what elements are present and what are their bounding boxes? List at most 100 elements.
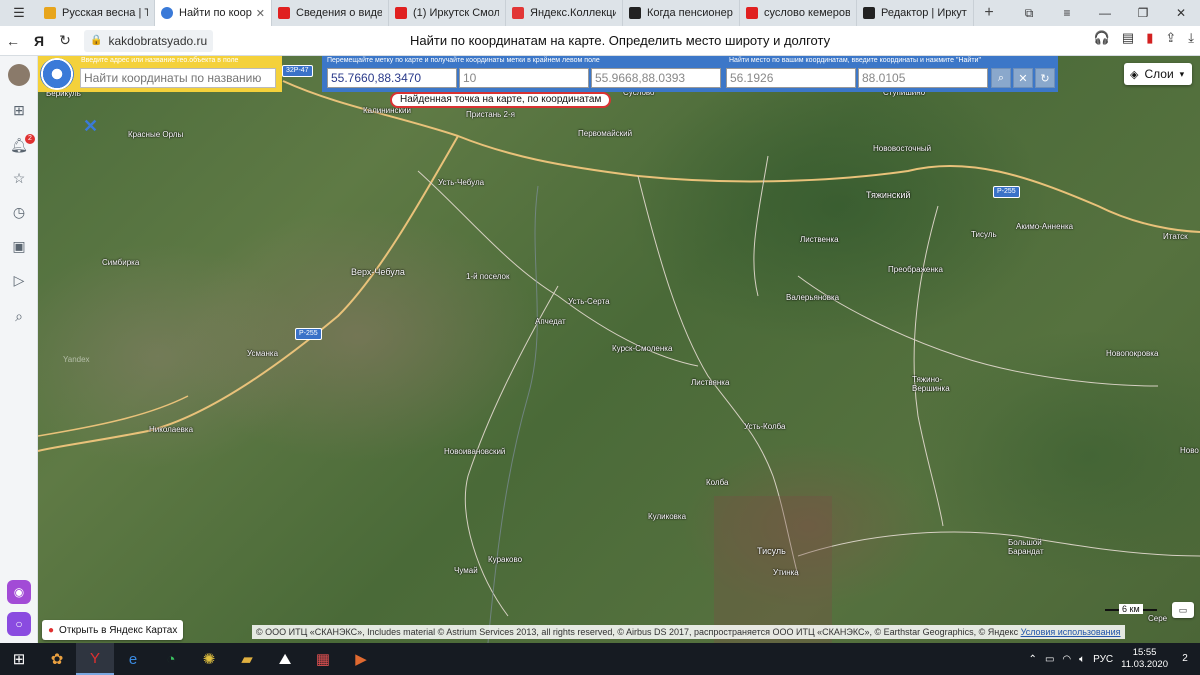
windows-start-icon[interactable]: ⊞ <box>0 643 38 675</box>
terms-link[interactable]: Условия использования <box>1021 627 1121 637</box>
file-explorer-icon[interactable]: ▰ <box>228 643 266 675</box>
ruler-icon[interactable]: ▭ <box>1172 602 1194 618</box>
tab-video-info[interactable]: Сведения о виде <box>272 0 389 26</box>
tab-label: (1) Иркутск Смол <box>413 7 499 19</box>
url-field[interactable]: 🔒 kakdobratsyado.ru <box>84 29 214 52</box>
restore-button[interactable]: ❐ <box>1124 0 1162 26</box>
scale-label: 6 км <box>1119 604 1143 614</box>
tab-label: Яндекс.Коллекци <box>530 7 616 19</box>
chevron-up-icon[interactable]: ⌃ <box>1029 654 1037 665</box>
yandex-home-icon[interactable]: Я <box>26 33 52 49</box>
place-label: Валерьяновка <box>786 293 840 302</box>
close-tab-icon[interactable]: ✕ <box>256 7 265 20</box>
place-label: Апчедат <box>535 317 566 326</box>
tab-suslovo[interactable]: сусловo кемеров <box>740 0 857 26</box>
place-label: Тяжинский <box>866 190 911 200</box>
search-image-icon[interactable]: ⌕ <box>9 306 29 326</box>
yandex-browser-icon[interactable]: Y <box>76 643 114 675</box>
road-badge: Р-255 <box>993 186 1020 198</box>
reader-icon[interactable]: ▤ <box>1122 30 1134 46</box>
volume-icon[interactable]: 🔈︎ <box>1079 654 1085 665</box>
edge-icon[interactable]: e <box>114 643 152 675</box>
tab-yandex-collections[interactable]: Яндекс.Коллекци <box>506 0 623 26</box>
photos-icon[interactable]: ⛰ <box>266 643 304 675</box>
place-label: Николаевка <box>149 425 194 434</box>
play-icon[interactable]: ▷ <box>9 270 29 290</box>
history-icon[interactable]: ◷ <box>9 202 29 222</box>
headphones-icon[interactable]: 🎧 <box>1094 30 1110 46</box>
tab-pensioner[interactable]: Когда пенсионер <box>623 0 740 26</box>
alice-icon[interactable]: ◉ <box>7 580 31 604</box>
minimize-button[interactable]: — <box>1086 0 1124 26</box>
longitude-field[interactable] <box>858 68 988 88</box>
collections-icon[interactable]: ⧉ <box>1010 0 1048 26</box>
tab-irkutsk[interactable]: (1) Иркутск Смол <box>389 0 506 26</box>
place-label: Куликовка <box>648 512 687 521</box>
language-indicator[interactable]: РУС <box>1093 654 1113 665</box>
lock-icon: 🔒 <box>90 35 103 46</box>
place-label: Итатск <box>1163 232 1188 241</box>
refresh-button[interactable]: ↻ <box>1035 68 1055 88</box>
find-by-coordinates-panel: Найти место по вашим координатам, введит… <box>724 56 1058 92</box>
satellite-map[interactable]: ✕ 32Р-47 Р-255 Р-255 Берикуль Калинински… <box>38 56 1200 643</box>
place-label: Усть-Колба <box>744 422 786 431</box>
map-center-field[interactable] <box>591 68 721 88</box>
paint-app-icon[interactable]: ✿ <box>38 643 76 675</box>
layers-button[interactable]: ◈ Слои ▾ <box>1124 63 1192 85</box>
browser-menu-button[interactable]: ☰ <box>0 0 38 26</box>
tab-russkaya-vesna[interactable]: Русская весна | Т <box>38 0 155 26</box>
network-icon[interactable]: ▭ <box>1045 654 1054 665</box>
road-badge: 32Р-47 <box>282 65 313 77</box>
youtube-icon <box>395 7 407 19</box>
place-label: Нововосточный <box>873 144 932 153</box>
new-tab-button[interactable]: + <box>974 4 1004 22</box>
place-label: Преображенка <box>888 265 943 274</box>
photo-app-icon[interactable]: ✺ <box>190 643 228 675</box>
place-label: Новоивановский <box>444 447 506 456</box>
share-icon[interactable]: ⇪ <box>1165 30 1176 46</box>
address-search-input[interactable] <box>80 68 276 88</box>
place-label: Симбирка <box>102 258 140 267</box>
alice-voice-icon[interactable]: ○ <box>7 612 31 636</box>
youtube-icon <box>278 7 290 19</box>
clock[interactable]: 15:55 11.03.2020 <box>1121 647 1168 671</box>
place-label: Усть-Серта <box>568 297 610 306</box>
close-window-button[interactable]: ✕ <box>1162 0 1200 26</box>
notification-center-icon[interactable]: 2 <box>1176 650 1194 668</box>
apps-grid-icon[interactable]: ⊞ <box>9 100 29 120</box>
place-label: Пристань 2-я <box>466 110 515 119</box>
map-pin-icon: ● <box>48 624 55 636</box>
tab-label: Сведения о виде <box>296 7 382 19</box>
tab-find-coordinates[interactable]: Найти по коор ✕ <box>155 0 272 26</box>
marker-coordinates-field[interactable] <box>327 68 457 88</box>
site-logo-icon[interactable] <box>40 58 74 90</box>
latitude-field[interactable] <box>726 68 856 88</box>
collections-icon[interactable]: ▣ <box>9 236 29 256</box>
video-editor-icon[interactable]: ▦ <box>304 643 342 675</box>
clock-time: 15:55 <box>1132 647 1157 658</box>
reload-button[interactable]: ↻ <box>52 32 78 49</box>
star-icon[interactable]: ☆ <box>9 168 29 188</box>
place-label: Ново <box>1180 446 1199 455</box>
whatsapp-icon[interactable]: ◔ <box>152 643 190 675</box>
download-icon[interactable]: ⤓ <box>1188 30 1194 46</box>
open-in-yandex-maps-button[interactable]: ● Открыть в Яндекс Картах <box>42 620 184 640</box>
bookmark-icon <box>512 7 524 19</box>
window-controls: ⧉ ≡ — ❐ ✕ <box>1010 0 1200 26</box>
browser-sidebar: ⊞ 🔔︎ 2 ☆ ◷ ▣ ▷ ⌕ ◉ ○ <box>0 56 38 643</box>
place-label: Лиственка <box>800 235 839 244</box>
zoom-field[interactable] <box>459 68 589 88</box>
media-player-icon[interactable]: ▶ <box>342 643 380 675</box>
search-button[interactable]: ⌕ <box>991 68 1011 88</box>
avatar[interactable] <box>8 64 30 86</box>
menu-icon[interactable]: ≡ <box>1048 0 1086 26</box>
back-button[interactable]: ← <box>0 33 26 49</box>
clear-button[interactable]: ✕ <box>1013 68 1033 88</box>
tab-editor[interactable]: Редактор | Иркут <box>857 0 974 26</box>
address-search-panel: Введите адрес или название гео.объекта в… <box>38 56 282 92</box>
place-label: Акимо-Анненка <box>1016 222 1074 231</box>
wifi-icon[interactable]: ◠ <box>1062 654 1071 665</box>
address-bar-actions: 🎧 ▤ ▮ ⇪ ⤓ <box>1094 30 1194 46</box>
browser-window: ☰ Русская весна | Т Найти по коор ✕ Свед… <box>0 0 1200 675</box>
bookmark-icon[interactable]: ▮ <box>1146 30 1153 46</box>
